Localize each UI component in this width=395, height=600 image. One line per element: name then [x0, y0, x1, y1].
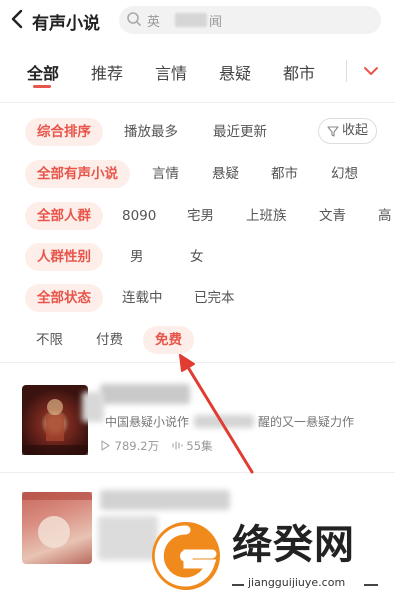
search-input[interactable]: 英 闻: [119, 6, 381, 34]
search-icon: [127, 12, 141, 26]
filter-sort-most-played[interactable]: 播放最多: [124, 118, 178, 146]
page-title: 有声小说: [32, 14, 100, 34]
book-description-start: 中国悬疑小说作: [105, 415, 190, 429]
sort-filter-row: 综合排序 播放最多 最近更新 收起: [0, 118, 395, 148]
tab-romance[interactable]: 言情: [155, 60, 187, 84]
status-filter-row: 全部状态 连载中 已完本: [0, 284, 395, 314]
filter-price-any[interactable]: 不限: [36, 326, 63, 354]
filter-gender-female[interactable]: 女: [190, 243, 204, 271]
filter-gender-selected[interactable]: 人群性别: [25, 243, 103, 271]
filter-funnel-icon: [327, 125, 339, 137]
watermark-rule-left: [232, 584, 244, 586]
filter-sort-selected[interactable]: 综合排序: [25, 118, 103, 146]
tab-divider: [346, 60, 347, 82]
filter-audience-office[interactable]: 上班族: [246, 202, 287, 230]
book-title-redacted: [100, 384, 190, 404]
search-placeholder-end: 闻: [209, 15, 223, 30]
top-bar: 有声小说 英 闻: [0, 0, 395, 44]
chevron-left-icon: [11, 9, 23, 29]
filter-status-selected[interactable]: 全部状态: [25, 284, 103, 312]
search-placeholder-redacted: [175, 13, 207, 27]
watermark-rule-right: [364, 584, 378, 586]
watermark-logo-icon: [152, 522, 220, 590]
play-count-icon: [101, 440, 110, 451]
book-cover: [22, 492, 92, 564]
gender-filter-row: 人群性别 男 女: [0, 243, 395, 273]
description-redacted: [194, 415, 254, 428]
active-tab-indicator: [33, 85, 51, 88]
watermark-url: jiangguijiuye.com: [248, 576, 346, 589]
filter-category-selected[interactable]: 全部有声小说: [25, 160, 130, 188]
divider: [0, 472, 395, 473]
play-count: 789.2万: [114, 439, 160, 453]
episodes-icon: [172, 441, 183, 450]
redaction-overlay: [82, 392, 104, 422]
category-filter-row: 全部有声小说 言情 悬疑 都市 幻想: [0, 160, 395, 190]
expand-tabs-button[interactable]: [358, 60, 384, 82]
filter-status-ongoing[interactable]: 连载中: [122, 284, 163, 312]
audience-filter-row: 全部人群 8090 宅男 上班族 文青 高: [0, 202, 395, 232]
book-title-redacted: [100, 490, 230, 510]
filter-audience-selected[interactable]: 全部人群: [25, 202, 103, 230]
chevron-down-icon: [364, 67, 378, 75]
filter-price-free[interactable]: 免费: [143, 326, 194, 354]
back-button[interactable]: [10, 8, 24, 35]
filter-audience-more[interactable]: 高: [378, 202, 392, 230]
tab-urban[interactable]: 都市: [283, 60, 315, 84]
tab-suspense[interactable]: 悬疑: [219, 60, 251, 84]
cover-art: [22, 492, 92, 548]
filter-category-suspense[interactable]: 悬疑: [212, 160, 239, 188]
book-stats: 789.2万 55集: [100, 438, 217, 454]
filter-category-fantasy[interactable]: 幻想: [331, 160, 358, 188]
book-cover: [22, 385, 88, 455]
cover-art: [22, 399, 88, 455]
filter-audience-8090[interactable]: 8090: [122, 202, 156, 230]
collapse-filters-button[interactable]: 收起: [318, 118, 378, 144]
filter-price-paid[interactable]: 付费: [96, 326, 123, 354]
filter-status-completed[interactable]: 已完本: [194, 284, 235, 312]
filter-gender-male[interactable]: 男: [130, 243, 144, 271]
filter-audience-otaku[interactable]: 宅男: [187, 202, 214, 230]
filter-audience-literary[interactable]: 文青: [319, 202, 346, 230]
filter-sort-recent[interactable]: 最近更新: [213, 118, 267, 146]
divider: [0, 102, 395, 103]
collapse-label: 收起: [342, 123, 369, 138]
episode-count: 55集: [186, 439, 213, 453]
price-filter-row: 不限 付费 免费: [0, 326, 395, 356]
tab-all[interactable]: 全部: [27, 60, 59, 84]
category-tabs: 全部 推荐 言情 悬疑 都市: [0, 54, 395, 94]
book-description-end: 醒的又一悬疑力作: [258, 415, 355, 429]
divider: [0, 362, 395, 363]
tab-recommend[interactable]: 推荐: [91, 60, 123, 84]
filter-category-urban[interactable]: 都市: [271, 160, 298, 188]
search-placeholder: 英: [147, 15, 161, 30]
filter-category-romance[interactable]: 言情: [152, 160, 179, 188]
watermark-name: 绛癸网: [232, 521, 355, 568]
